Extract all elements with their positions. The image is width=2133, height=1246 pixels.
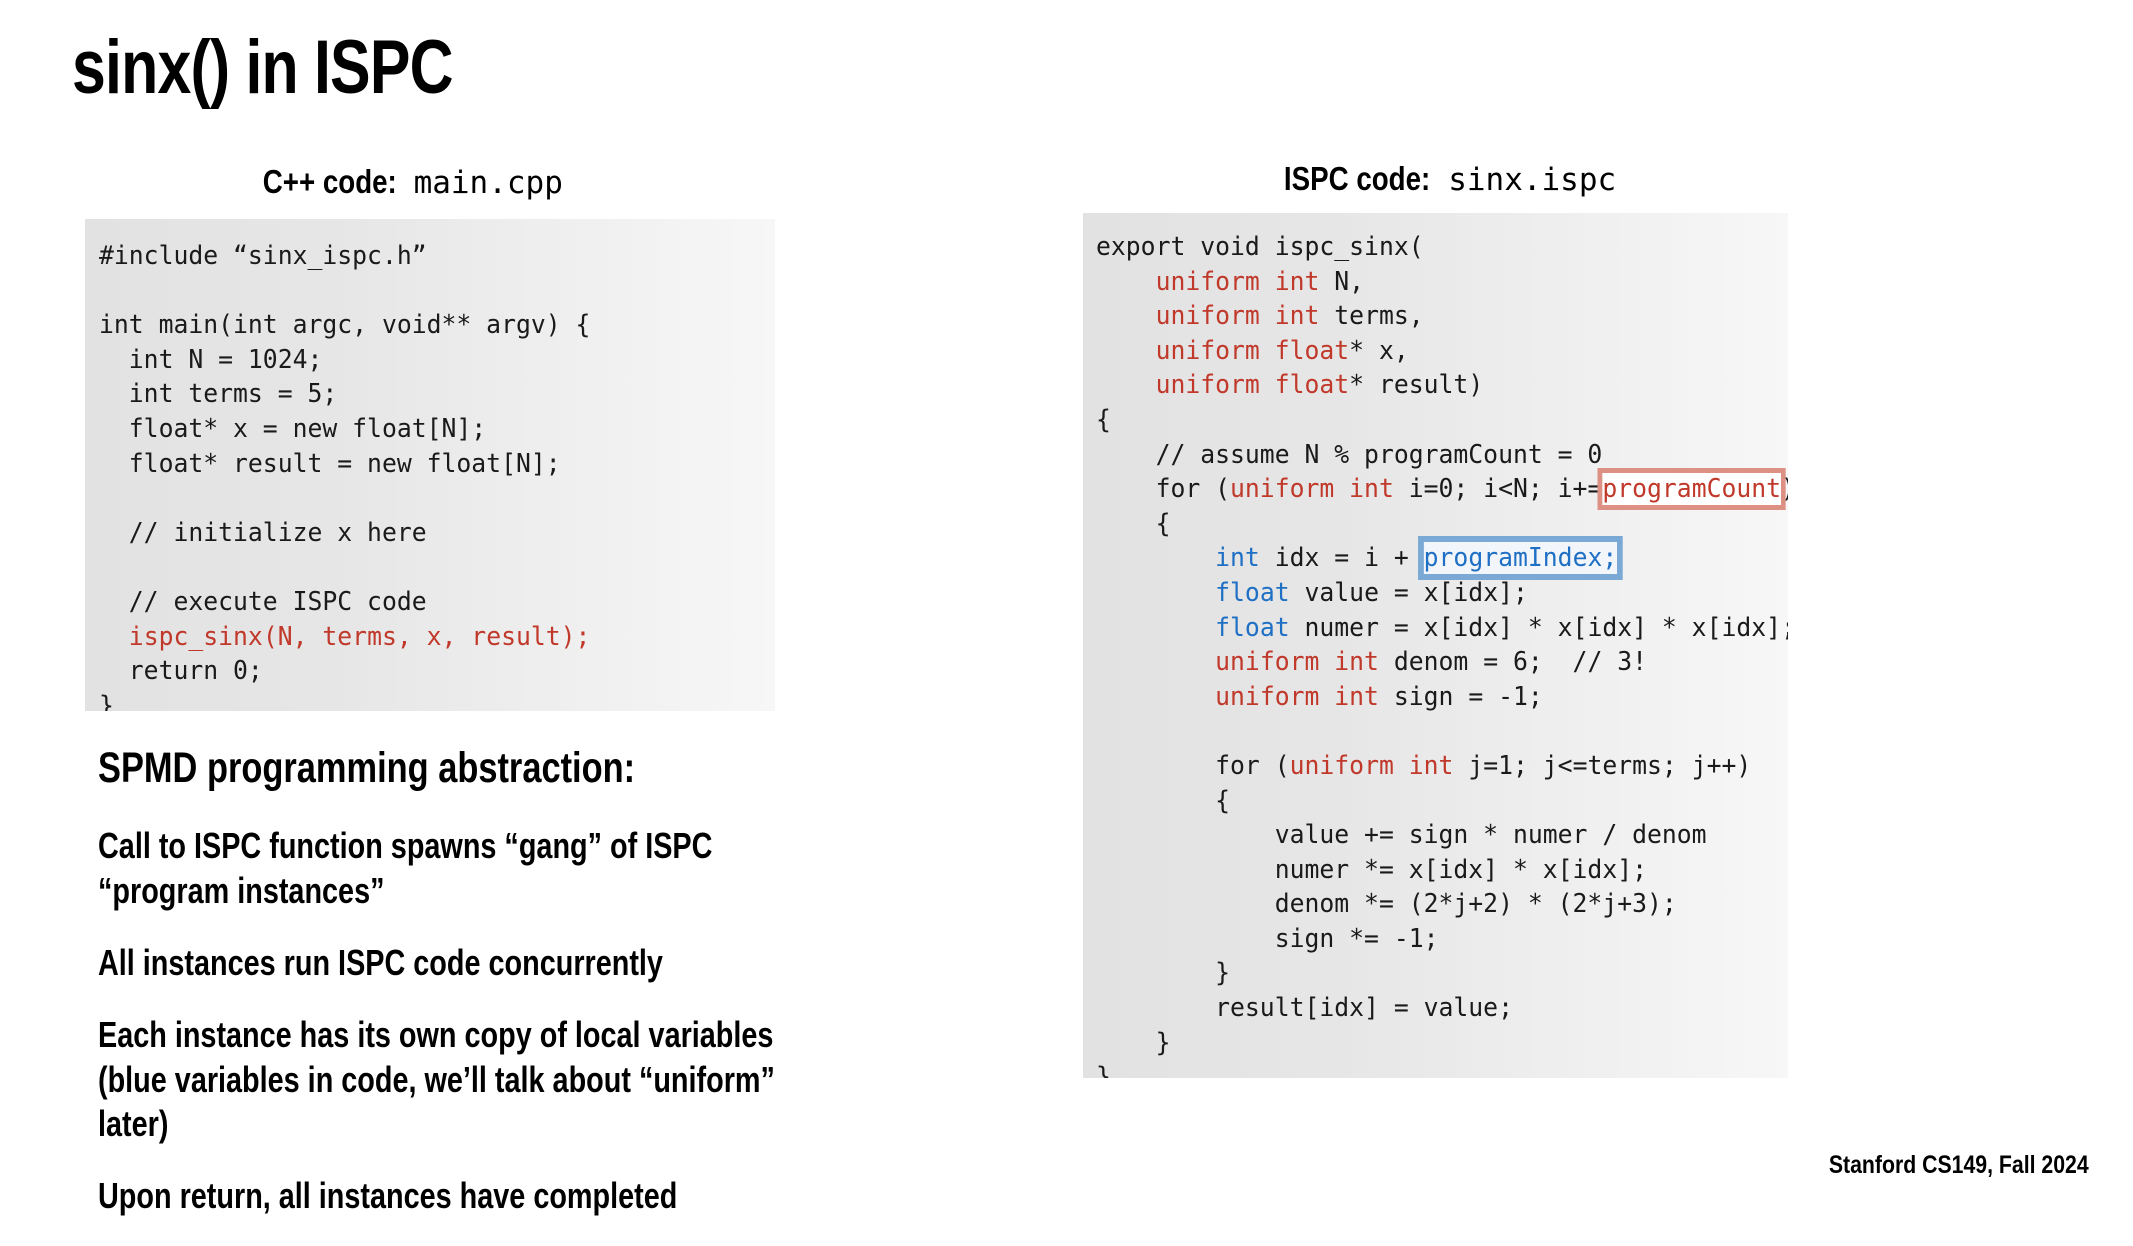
cpp-line-include: #include “sinx_ispc.h” [99,241,427,271]
ispc-line-value-acc: value += sign * numer / denom [1096,820,1707,851]
ispc-line-open-brace-2: { [1096,508,1171,539]
ispc-line-denom-mul: denom *= (2*j+2) * (2*j+3); [1096,889,1677,920]
ispc-line-numer-mul: numer *= x[idx] * x[idx]; [1096,854,1648,885]
ispc-line-close-brace-3: } [1096,958,1231,989]
ispc-line-close-brace-1: } [1096,1062,1111,1078]
cpp-code-heading: C++ code: main.cpp [250,163,563,201]
ispc-kw-uniform-int-j: uniform int [1289,750,1454,781]
cpp-line-close-brace: } [99,690,114,711]
cpp-line-terms: int terms = 5; [99,379,338,410]
ispc-kw-uniform-int-n: uniform int [1155,266,1320,297]
ispc-kw-float-value: float [1215,577,1290,608]
note-item-local-vars: Each instance has its own copy of local … [98,1014,775,1144]
cpp-filename: main.cpp [413,165,563,201]
cpp-line-result: float* result = new float[N]; [99,448,561,479]
program-index-highlight: programIndex; [1423,542,1618,575]
notes-column: SPMD programming abstraction: Call to IS… [98,745,998,1246]
ispc-line-close-brace-2: } [1096,1027,1171,1058]
cpp-line-return: return 0; [99,656,263,687]
cpp-line-n: int N = 1024; [99,344,323,375]
ispc-line-store-result: result[idx] = value; [1096,993,1513,1024]
ispc-line-sign-flip: sign *= -1; [1096,923,1439,954]
ispc-kw-uniform-int-sign: uniform int [1215,681,1379,712]
cpp-code-text: #include “sinx_ispc.h” int main(int argc… [99,239,755,711]
ispc-kw-uniform-int-terms: uniform int [1155,301,1320,332]
notes-heading: SPMD programming abstraction: [98,744,636,792]
ispc-filename: sinx.ispc [1448,162,1617,198]
ispc-kw-float-numer: float [1215,612,1290,643]
ispc-code-text: export void ispc_sinx( uniform int N, un… [1096,230,1788,1078]
cpp-line-comment-init: // initialize x here [99,517,427,548]
ispc-line-open-brace: { [1096,404,1111,435]
cpp-line-comment-exec: // execute ISPC code [99,586,427,617]
ispc-line-open-brace-3: { [1096,785,1231,816]
ispc-code-block: export void ispc_sinx( uniform int N, un… [1083,213,1788,1078]
ispc-kw-uniform-int-i: uniform int [1230,474,1394,505]
cpp-code-block: #include “sinx_ispc.h” int main(int argc… [85,219,775,711]
ispc-line-comment-assume: // assume N % programCount = 0 [1096,439,1603,470]
cpp-line-x: float* x = new float[N]; [99,413,487,444]
cpp-heading-label: C++ code: [262,163,397,200]
note-item-gang: Call to ISPC function spawns “gang” of I… [98,825,713,911]
ispc-line-export: export void ispc_sinx( [1096,232,1424,262]
ispc-kw-uniform-int-denom: uniform int [1215,647,1379,678]
ispc-heading-label: ISPC code: [1283,160,1431,197]
slide-footer: Stanford CS149, Fall 2024 [1829,1151,2089,1179]
note-item-concurrent: All instances run ISPC code concurrently [98,941,663,983]
cpp-line-ispc-call: ispc_sinx(N, terms, x, result); [128,621,591,652]
ispc-kw-uniform-float-x: uniform float [1155,335,1350,366]
note-item-upon-return: Upon return, all instances have complete… [98,1175,678,1217]
program-count-highlight: programCount [1602,473,1782,506]
cpp-line-main: int main(int argc, void** argv) { [99,310,591,341]
page-title: sinx() in ISPC [72,25,453,110]
ispc-kw-uniform-float-result: uniform float [1155,370,1350,401]
ispc-kw-int-idx: int [1215,543,1260,574]
ispc-code-heading: ISPC code: sinx.ispc [1270,160,1616,198]
